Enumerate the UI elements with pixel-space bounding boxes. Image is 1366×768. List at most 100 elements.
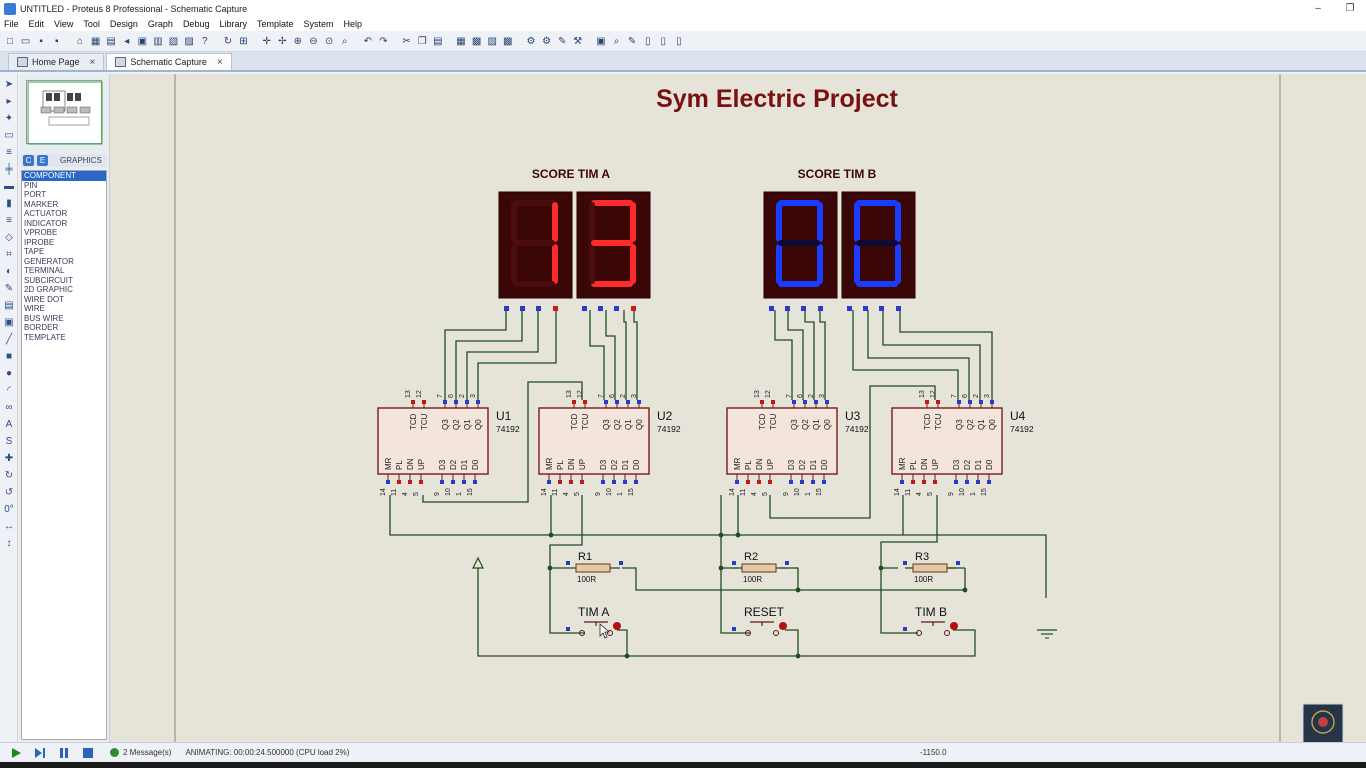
wire-label-icon[interactable]: ▭ — [2, 128, 16, 142]
list-item[interactable]: WIRE DOT — [22, 295, 106, 305]
terminal-icon[interactable]: ▮ — [2, 196, 16, 210]
menu-design[interactable]: Design — [110, 19, 138, 29]
seven-segment-display[interactable] — [763, 191, 838, 311]
origin-icon[interactable]: ✛ — [260, 34, 274, 48]
list-item[interactable]: VPROBE — [22, 228, 106, 238]
minimize-button[interactable]: – — [1302, 0, 1334, 17]
save-icon[interactable]: ▪ — [34, 34, 48, 48]
text-script-icon[interactable]: ≡ — [2, 145, 16, 159]
device-pin-icon[interactable]: ≡ — [2, 213, 16, 227]
seven-segment-display[interactable] — [498, 191, 573, 311]
line-icon[interactable]: ╱ — [2, 332, 16, 346]
seven-segment-display[interactable] — [576, 191, 651, 311]
gerber-icon[interactable]: ◂ — [120, 34, 134, 48]
list-item[interactable]: 2D GRAPHIC — [22, 285, 106, 295]
pan-icon[interactable]: ✢ — [275, 34, 289, 48]
remove-sheet-icon[interactable]: ▯ — [656, 34, 670, 48]
decompose-icon[interactable]: ⚒ — [571, 34, 585, 48]
pause-button[interactable] — [56, 746, 72, 760]
new-file-icon[interactable]: □ — [3, 34, 17, 48]
pcb-icon[interactable]: ▤ — [104, 34, 118, 48]
flip-horizontal-icon[interactable]: ↔ — [2, 519, 16, 533]
menu-library[interactable]: Library — [219, 19, 247, 29]
block-move-icon[interactable]: ▩ — [470, 34, 484, 48]
menu-file[interactable]: File — [4, 19, 19, 29]
subcircuit-icon[interactable]: ▬ — [2, 179, 16, 193]
search-tag-icon[interactable]: ⌕ — [610, 34, 624, 48]
block-rotate-icon[interactable]: ▨ — [485, 34, 499, 48]
arc-icon[interactable]: ◜ — [2, 383, 16, 397]
zoom-in-icon[interactable]: ⊕ — [291, 34, 305, 48]
menu-template[interactable]: Template — [257, 19, 294, 29]
rotate-cw-icon[interactable]: ↻ — [2, 468, 16, 482]
block-copy-icon[interactable]: ▦ — [454, 34, 468, 48]
project-notes-icon[interactable]: ▨ — [182, 34, 196, 48]
list-item[interactable]: GENERATOR — [22, 257, 106, 267]
menu-help[interactable]: Help — [344, 19, 363, 29]
components-mode-icon[interactable]: C — [23, 155, 34, 166]
list-item[interactable]: PORT — [22, 190, 106, 200]
bus-icon[interactable]: ╪ — [2, 162, 16, 176]
wire-autorouter-icon[interactable]: ▣ — [594, 34, 608, 48]
list-item[interactable]: BUS WIRE — [22, 314, 106, 324]
step-button[interactable] — [32, 746, 48, 760]
zoom-out-icon[interactable]: ⊖ — [306, 34, 320, 48]
list-item[interactable]: IPROBE — [22, 238, 106, 248]
copy-icon[interactable]: ❐ — [415, 34, 429, 48]
rotate-ccw-icon[interactable]: ↺ — [2, 485, 16, 499]
overview-window[interactable] — [26, 80, 103, 145]
box-icon[interactable]: ■ — [2, 349, 16, 363]
close-icon[interactable]: × — [90, 57, 96, 68]
menu-edit[interactable]: Edit — [29, 19, 45, 29]
property-assignment-icon[interactable]: ✎ — [625, 34, 639, 48]
list-item[interactable]: PIN — [22, 181, 106, 191]
menu-system[interactable]: System — [304, 19, 334, 29]
seven-segment-display[interactable] — [841, 191, 916, 311]
menu-debug[interactable]: Debug — [183, 19, 210, 29]
open-folder-icon[interactable]: ▭ — [19, 34, 33, 48]
circle-icon[interactable]: ● — [2, 366, 16, 380]
zoom-all-icon[interactable]: ⊙ — [322, 34, 336, 48]
source-code-icon[interactable]: ▧ — [167, 34, 181, 48]
menu-graph[interactable]: Graph — [148, 19, 173, 29]
package-tool-icon[interactable]: ✎ — [555, 34, 569, 48]
redo-icon[interactable]: ↷ — [376, 34, 390, 48]
play-button[interactable] — [8, 746, 24, 760]
cut-icon[interactable]: ✂ — [400, 34, 414, 48]
stop-button[interactable] — [80, 746, 96, 760]
list-item[interactable]: TERMINAL — [22, 266, 106, 276]
message-indicator[interactable]: 2 Message(s) — [110, 748, 171, 757]
undo-icon[interactable]: ↶ — [361, 34, 375, 48]
generator-icon[interactable]: ◐ — [2, 264, 16, 278]
zoom-area-icon[interactable]: ⌕ — [338, 34, 352, 48]
marker-icon[interactable]: ✚ — [2, 451, 16, 465]
virtual-instruments-icon[interactable]: ▣ — [2, 315, 16, 329]
component-mode-icon[interactable]: ▸ — [2, 94, 16, 108]
list-item[interactable]: MARKER — [22, 200, 106, 210]
refresh-icon[interactable]: ↻ — [221, 34, 235, 48]
new-sheet-icon[interactable]: ▯ — [641, 34, 655, 48]
bom-icon[interactable]: ▥ — [151, 34, 165, 48]
selection-mode-icon[interactable]: ➤ — [2, 77, 16, 91]
tape-recorder-icon[interactable]: ⌗ — [2, 247, 16, 261]
menu-tool[interactable]: Tool — [83, 19, 100, 29]
tab-home-page[interactable]: Home Page × — [8, 53, 105, 70]
flip-vertical-icon[interactable]: ↕ — [2, 536, 16, 550]
list-item[interactable]: WIRE — [22, 304, 106, 314]
schematic-canvas[interactable]: Sym Electric Project SCORE TIM A SCORE T… — [110, 74, 1366, 745]
maximize-button[interactable]: ❐ — [1334, 0, 1366, 17]
list-item[interactable]: ACTUATOR — [22, 209, 106, 219]
path-icon[interactable]: ∞ — [2, 400, 16, 414]
tab-schematic-capture[interactable]: Schematic Capture × — [106, 53, 232, 70]
list-item[interactable]: SUBCIRCUIT — [22, 276, 106, 286]
design-explorer-icon[interactable]: ▣ — [135, 34, 149, 48]
close-icon[interactable]: × — [217, 57, 223, 68]
list-item[interactable]: COMPONENT — [22, 171, 106, 181]
list-item[interactable]: INDICATOR — [22, 219, 106, 229]
voltage-probe-icon[interactable]: ✎ — [2, 281, 16, 295]
current-probe-icon[interactable]: ▤ — [2, 298, 16, 312]
grid-icon[interactable]: ⊞ — [237, 34, 251, 48]
make-device-icon[interactable]: ⚙ — [540, 34, 554, 48]
paste-icon[interactable]: ▤ — [431, 34, 445, 48]
list-item[interactable]: TAPE — [22, 247, 106, 257]
